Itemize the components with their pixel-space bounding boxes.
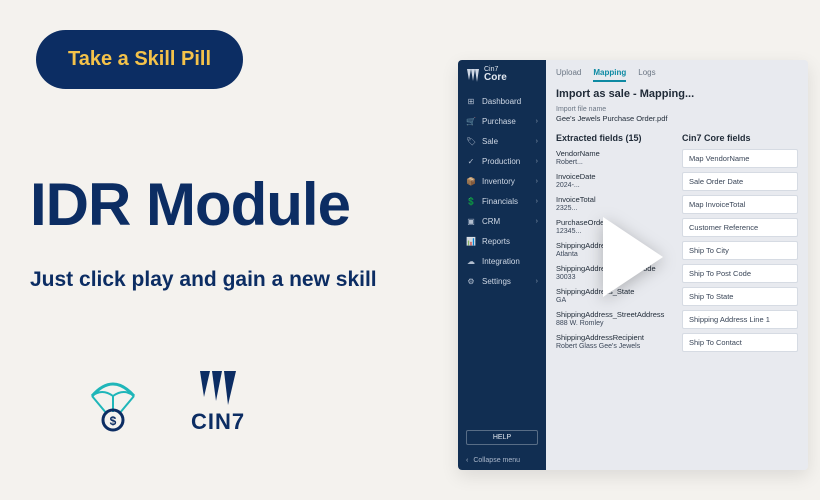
parachute-money-icon: $ xyxy=(80,370,146,436)
core-field-select[interactable]: Shipping Address Line 1 xyxy=(682,310,798,329)
tab-upload[interactable]: Upload xyxy=(556,68,581,82)
extracted-key: ShippingAddress_StreetAddress xyxy=(556,310,672,319)
chevron-right-icon: › xyxy=(536,218,538,225)
nav-label: CRM xyxy=(482,217,500,226)
nav-item-purchase[interactable]: 🛒 Purchase › xyxy=(458,111,546,131)
import-file-label: Import file name xyxy=(556,106,798,113)
logo-row: $ CIN7 xyxy=(80,370,245,436)
nav-label: Integration xyxy=(482,257,520,266)
core-field-select[interactable]: Ship To City xyxy=(682,241,798,260)
inventory-icon: 📦 xyxy=(466,177,476,186)
production-icon: ✓ xyxy=(466,157,476,166)
nav-item-financials[interactable]: 💲 Financials › xyxy=(458,191,546,211)
chevron-right-icon: › xyxy=(536,178,538,185)
dashboard-icon: ⊞ xyxy=(466,97,476,106)
brand-mark-icon xyxy=(466,68,480,82)
extracted-value: GA xyxy=(556,297,672,304)
help-button[interactable]: HELP xyxy=(466,430,538,445)
chevron-left-icon: ‹ xyxy=(466,457,468,464)
extracted-field: InvoiceDate2024-... xyxy=(556,172,672,189)
extracted-field: VendorNameRobert... xyxy=(556,149,672,166)
nav-label: Sale xyxy=(482,137,498,146)
extracted-key: InvoiceTotal xyxy=(556,195,672,204)
chevron-right-icon: › xyxy=(536,118,538,125)
nav-item-inventory[interactable]: 📦 Inventory › xyxy=(458,171,546,191)
nav-label: Inventory xyxy=(482,177,515,186)
play-button[interactable] xyxy=(603,217,663,297)
nav-list: ⊞ Dashboard 🛒 Purchase › 🏷 Sale › ✓ Production › 📦 I… xyxy=(458,91,546,424)
crm-icon: ▣ xyxy=(466,217,476,226)
nav-item-settings[interactable]: ⚙ Settings › xyxy=(458,271,546,291)
import-file-value: Gee's Jewels Purchase Order.pdf xyxy=(556,114,798,123)
reports-icon: 📊 xyxy=(466,237,476,246)
nav-label: Settings xyxy=(482,277,511,286)
chevron-right-icon: › xyxy=(536,198,538,205)
collapse-label: Collapse menu xyxy=(473,457,520,464)
extracted-value: Robert... xyxy=(556,159,672,166)
core-field-select[interactable]: Map VendorName xyxy=(682,149,798,168)
extracted-field: InvoiceTotal2325... xyxy=(556,195,672,212)
extracted-value: 2024-... xyxy=(556,182,672,189)
nav-item-dashboard[interactable]: ⊞ Dashboard xyxy=(458,91,546,111)
chevron-right-icon: › xyxy=(536,278,538,285)
extracted-field: ShippingAddressRecipientRobert Glass Gee… xyxy=(556,333,672,350)
app-preview: Cin7 Core ⊞ Dashboard 🛒 Purchase › 🏷 Sale › ✓ Pro… xyxy=(458,60,808,470)
cin7-wordmark: CIN7 xyxy=(191,409,245,435)
extracted-field: ShippingAddress_StreetAddress888 W. Roml… xyxy=(556,310,672,327)
cin7-logo: CIN7 xyxy=(191,371,245,435)
extracted-header: Extracted fields (15) xyxy=(556,133,672,143)
core-column: Cin7 Core fields Map VendorName Sale Orde… xyxy=(682,133,798,356)
core-field-select[interactable]: Customer Reference xyxy=(682,218,798,237)
core-field-select[interactable]: Ship To State xyxy=(682,287,798,306)
main-panel: Upload Mapping Logs Import as sale - Mappi… xyxy=(546,60,808,470)
nav-label: Production xyxy=(482,157,520,166)
financials-icon: 💲 xyxy=(466,197,476,206)
nav-item-crm[interactable]: ▣ CRM › xyxy=(458,211,546,231)
page-title: Import as sale - Mapping... xyxy=(556,88,798,100)
nav-label: Dashboard xyxy=(482,97,521,106)
subheadline: Just click play and gain a new skill xyxy=(30,268,377,292)
collapse-menu[interactable]: ‹ Collapse menu xyxy=(458,451,546,470)
chevron-right-icon: › xyxy=(536,158,538,165)
headline: IDR Module xyxy=(30,170,350,239)
extracted-value: 2325... xyxy=(556,205,672,212)
tab-mapping[interactable]: Mapping xyxy=(593,68,626,82)
nav-item-sale[interactable]: 🏷 Sale › xyxy=(458,131,546,151)
skill-pill-badge: Take a Skill Pill xyxy=(36,30,243,89)
tab-bar: Upload Mapping Logs xyxy=(556,68,798,82)
nav-label: Purchase xyxy=(482,117,516,126)
integration-icon: ☁ xyxy=(466,257,476,266)
chevron-right-icon: › xyxy=(536,138,538,145)
brand: Cin7 Core xyxy=(458,60,546,91)
settings-icon: ⚙ xyxy=(466,277,476,286)
sidebar: Cin7 Core ⊞ Dashboard 🛒 Purchase › 🏷 Sale › ✓ Pro… xyxy=(458,60,546,470)
import-file: Import file name Gee's Jewels Purchase O… xyxy=(556,106,798,123)
core-field-select[interactable]: Sale Order Date xyxy=(682,172,798,191)
svg-text:$: $ xyxy=(110,414,117,428)
nav-label: Financials xyxy=(482,197,518,206)
extracted-key: InvoiceDate xyxy=(556,172,672,181)
cin7-mark-icon xyxy=(191,371,245,407)
core-field-select[interactable]: Ship To Post Code xyxy=(682,264,798,283)
nav-label: Reports xyxy=(482,237,510,246)
brand-big: Core xyxy=(484,73,507,83)
core-field-select[interactable]: Ship To Contact xyxy=(682,333,798,352)
extracted-key: ShippingAddressRecipient xyxy=(556,333,672,342)
extracted-value: 888 W. Romley xyxy=(556,320,672,327)
extracted-key: VendorName xyxy=(556,149,672,158)
nav-item-production[interactable]: ✓ Production › xyxy=(458,151,546,171)
extracted-value: Robert Glass Gee's Jewels xyxy=(556,343,672,350)
sale-icon: 🏷 xyxy=(466,137,476,146)
core-header: Cin7 Core fields xyxy=(682,133,798,143)
tab-logs[interactable]: Logs xyxy=(638,68,655,82)
core-field-select[interactable]: Map InvoiceTotal xyxy=(682,195,798,214)
nav-item-reports[interactable]: 📊 Reports xyxy=(458,231,546,251)
nav-item-integration[interactable]: ☁ Integration xyxy=(458,251,546,271)
purchase-icon: 🛒 xyxy=(466,117,476,126)
